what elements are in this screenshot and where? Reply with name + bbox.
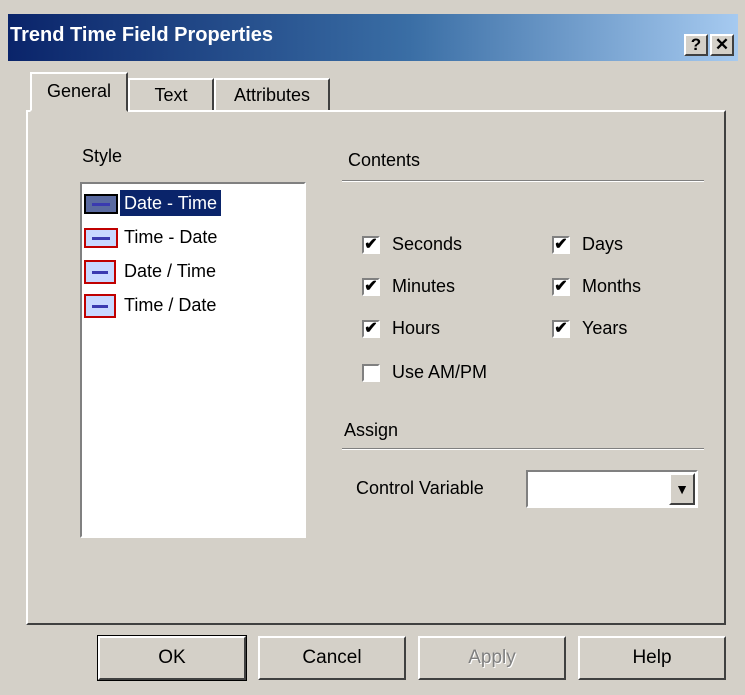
use-ampm-label: Use AM/PM: [392, 362, 488, 382]
seconds-label: Seconds: [392, 234, 463, 254]
checkbox-box: ✔: [362, 236, 380, 254]
tab-attributes-label: Attributes: [233, 85, 311, 105]
control-variable-combobox[interactable]: ▼: [526, 470, 698, 508]
list-item-label: Date - Time: [120, 190, 222, 216]
tab-text-label: Text: [154, 85, 188, 105]
checkbox-box: [362, 364, 380, 382]
help-title-button[interactable]: ?: [684, 34, 708, 56]
checkbox-box: ✔: [552, 278, 570, 296]
checkbox-box: ✔: [362, 320, 380, 338]
apply-button[interactable]: Apply: [418, 636, 566, 680]
tab-text[interactable]: Text: [128, 78, 214, 110]
tab-general-label: General: [46, 81, 112, 101]
checkbox-box: ✔: [362, 278, 380, 296]
cancel-button[interactable]: Cancel: [258, 636, 406, 680]
contents-heading: Contents: [348, 150, 421, 170]
title-bar[interactable]: Trend Time Field Properties ? ✕: [8, 14, 738, 61]
months-label: Months: [582, 276, 642, 296]
tab-general[interactable]: General: [30, 72, 128, 112]
date-time-style-icon: [84, 194, 118, 214]
minutes-label: Minutes: [392, 276, 456, 296]
style-listbox[interactable]: Date - Time Time - Date Date / Time Time…: [80, 182, 306, 538]
help-button[interactable]: Help: [578, 636, 726, 680]
window-title: Trend Time Field Properties: [10, 24, 274, 46]
list-item-label: Date / Time: [124, 261, 217, 281]
list-item-label: Time - Date: [124, 227, 218, 247]
date-slash-time-style-icon: [84, 260, 116, 284]
close-button[interactable]: ✕: [710, 34, 734, 56]
style-heading: Style: [82, 146, 123, 166]
time-date-style-icon: [84, 228, 118, 248]
list-item-label: Time / Date: [124, 295, 217, 315]
years-label: Years: [582, 318, 628, 338]
tab-attributes[interactable]: Attributes: [214, 78, 330, 110]
checkbox-box: ✔: [552, 320, 570, 338]
chevron-down-icon[interactable]: ▼: [669, 473, 695, 505]
checkbox-box: ✔: [552, 236, 570, 254]
hours-label: Hours: [392, 318, 441, 338]
assign-divider: [342, 448, 704, 450]
days-label: Days: [582, 234, 624, 254]
ok-button[interactable]: OK: [97, 635, 247, 681]
assign-heading: Assign: [344, 420, 399, 440]
time-slash-date-style-icon: [84, 294, 116, 318]
control-variable-label: Control Variable: [356, 478, 484, 498]
contents-divider: [342, 180, 704, 182]
